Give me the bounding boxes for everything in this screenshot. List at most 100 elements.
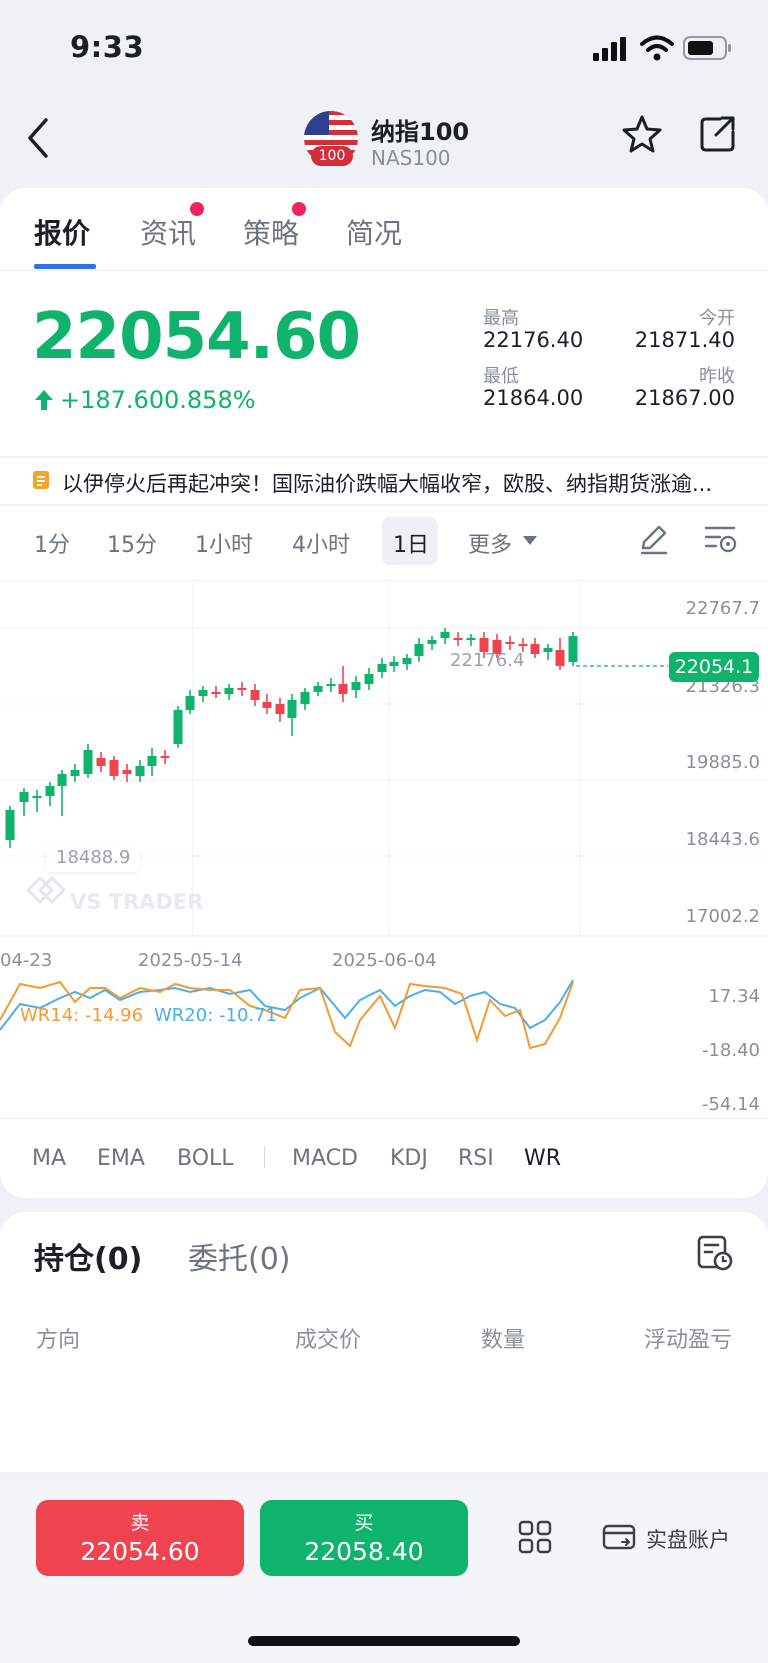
caret-down-icon[interactable]: [522, 535, 538, 547]
candle-body: [466, 638, 476, 640]
indicator-separator: [264, 1146, 265, 1168]
buy-price: 22058.40: [304, 1537, 424, 1566]
col-quantity: 数量: [481, 1328, 526, 1353]
tab-quote[interactable]: 报价: [34, 212, 90, 252]
candle-body: [211, 692, 221, 694]
back-icon[interactable]: [24, 116, 52, 160]
sell-price: 22054.60: [80, 1537, 200, 1566]
indicator-ma[interactable]: MA: [32, 1146, 66, 1171]
y-tick-5: 17002.2: [685, 906, 760, 927]
candle-body: [389, 662, 399, 666]
indicator-ema[interactable]: EMA: [97, 1146, 145, 1171]
tab-holdings[interactable]: 持仓(0): [34, 1234, 142, 1278]
candle-body: [453, 638, 463, 640]
candle-body: [160, 756, 170, 758]
watermark: [25, 875, 67, 905]
wr-tick-3: -54.14: [701, 1094, 760, 1115]
indicator-divider: [0, 1118, 768, 1119]
indicator-boll[interactable]: BOLL: [177, 1146, 234, 1171]
news-headline[interactable]: 以伊停火后再起冲突！国际油价跌幅大幅收窄，欧股、纳指期货涨逾...: [62, 468, 742, 498]
candle-body: [351, 682, 361, 690]
account-wallet-icon[interactable]: [602, 1522, 638, 1552]
wifi-icon: [640, 35, 674, 61]
candle-body: [287, 700, 297, 718]
candle-body: [313, 686, 323, 692]
candle-body: [530, 644, 540, 654]
candle-body: [5, 810, 15, 840]
candle-body: [198, 690, 208, 696]
candle-body: [414, 644, 424, 656]
col-direction: 方向: [36, 1328, 81, 1353]
strategy-unread-dot: [292, 202, 306, 216]
timeframe-1d[interactable]: 1日: [393, 527, 429, 559]
candle-body: [147, 756, 157, 766]
share-icon[interactable]: [698, 114, 738, 154]
star-icon[interactable]: [621, 114, 663, 154]
timeframe-15m[interactable]: 15分: [107, 527, 157, 559]
current-price-tag: 22054.1: [669, 652, 759, 682]
candle-body: [32, 796, 42, 798]
sell-label: 卖: [130, 1512, 150, 1534]
candle-body: [364, 674, 374, 684]
indicator-wr[interactable]: WR: [524, 1146, 561, 1171]
order-history-icon[interactable]: [696, 1234, 734, 1272]
instrument-title: 纳指100: [371, 118, 470, 146]
status-time: 9:33: [70, 30, 145, 64]
candle-body: [70, 770, 80, 776]
candle-body: [57, 774, 67, 786]
y-tick-4: 18443.6: [685, 829, 760, 850]
col-fill-price: 成交价: [295, 1328, 362, 1353]
candle-body: [543, 648, 553, 652]
news-unread-dot: [190, 202, 204, 216]
low-value: 21864.00: [483, 386, 584, 410]
low-label: 最低: [483, 366, 519, 387]
open-label: 今开: [699, 308, 735, 329]
wr-tick-1: 17.34: [708, 986, 760, 1007]
price-change-pct: 0.858%: [164, 386, 256, 414]
candle-body: [555, 650, 565, 666]
tabs-divider: [0, 270, 768, 271]
instrument-symbol: NAS100: [371, 146, 451, 170]
candle-body: [173, 710, 183, 744]
tab-overview[interactable]: 简况: [346, 212, 402, 252]
price-change: +187.60: [60, 386, 165, 414]
timeframe-more[interactable]: 更多: [468, 527, 512, 559]
home-indicator: [248, 1636, 520, 1646]
candle-body: [427, 640, 437, 644]
indicator-rsi[interactable]: RSI: [458, 1146, 494, 1171]
indicator-macd[interactable]: MACD: [292, 1146, 358, 1171]
chart-settings-icon[interactable]: [704, 524, 738, 556]
grid-menu-icon[interactable]: [518, 1520, 552, 1554]
candle-body: [96, 758, 106, 766]
indicator-kdj[interactable]: KDJ: [390, 1146, 428, 1171]
candle-body: [440, 632, 450, 638]
candle-body: [338, 684, 348, 694]
candle-body: [326, 684, 336, 686]
high-value: 22176.40: [483, 328, 584, 352]
x-tick-2: 2025-05-14: [138, 950, 243, 971]
high-label: 最高: [483, 308, 519, 329]
candle-body: [262, 702, 272, 708]
tab-orders[interactable]: 委托(0): [188, 1234, 291, 1278]
timeframe-1m[interactable]: 1分: [34, 527, 70, 559]
candle-body: [135, 766, 145, 776]
timeframe-1h[interactable]: 1小时: [195, 527, 253, 559]
candle-body: [300, 692, 310, 704]
wr20-label: WR20: -10.71: [154, 1005, 278, 1026]
buy-button[interactable]: 买 22058.40: [260, 1500, 468, 1576]
candle-body: [275, 704, 285, 714]
timeframe-4h[interactable]: 4小时: [292, 527, 350, 559]
wr14-label: WR14: -14.96: [20, 1005, 144, 1026]
tab-news[interactable]: 资讯: [140, 212, 196, 252]
candle-body: [402, 658, 412, 664]
tab-underline: [34, 264, 96, 269]
tab-strategy[interactable]: 策略: [243, 212, 299, 252]
candle-body: [518, 644, 528, 646]
wr-tick-2: -18.40: [701, 1040, 760, 1061]
candle-body: [109, 760, 119, 776]
candle-body: [250, 690, 260, 700]
arrow-up-icon: [35, 390, 53, 410]
draw-pencil-icon[interactable]: [638, 524, 670, 556]
account-label[interactable]: 实盘账户: [646, 1524, 730, 1554]
sell-button[interactable]: 卖 22054.60: [36, 1500, 244, 1576]
